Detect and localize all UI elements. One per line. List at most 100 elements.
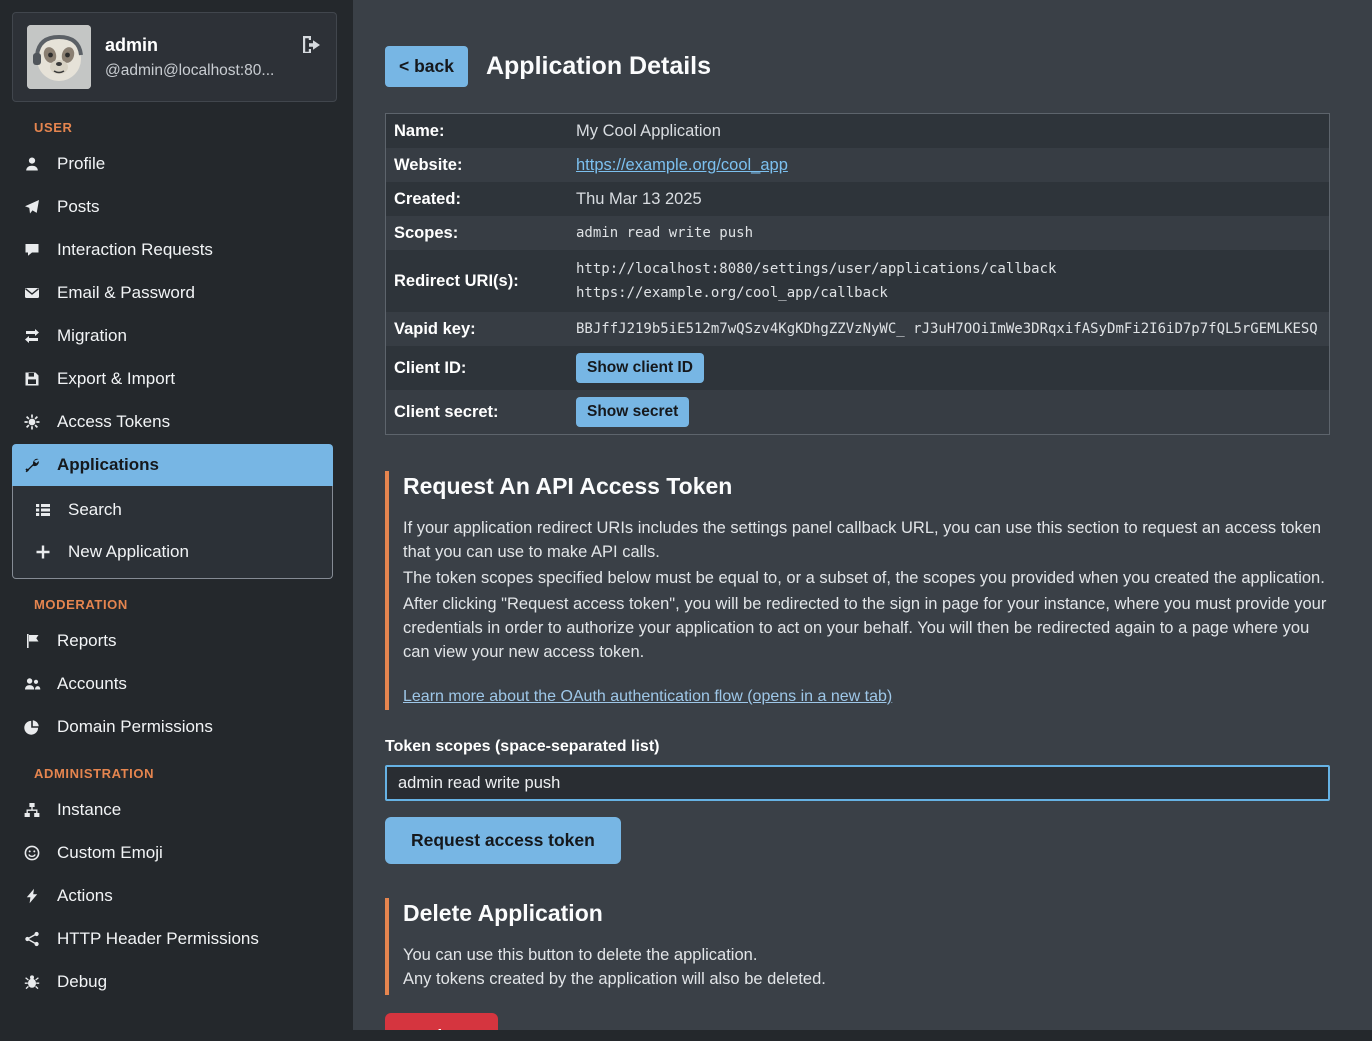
sidebar: admin @admin@localhost:80... USER Profil… bbox=[0, 0, 345, 1041]
sidebar-item-posts[interactable]: Posts bbox=[12, 186, 333, 228]
oauth-docs-link[interactable]: Learn more about the OAuth authenticatio… bbox=[403, 688, 892, 706]
pie-icon bbox=[22, 719, 42, 735]
detail-label: Website: bbox=[386, 156, 576, 175]
sidebar-item-label: Debug bbox=[57, 972, 107, 992]
sidebar-item-custom-emoji[interactable]: Custom Emoji bbox=[12, 832, 333, 874]
sign-out-icon[interactable] bbox=[300, 35, 322, 55]
show-secret-button[interactable]: Show secret bbox=[576, 397, 689, 427]
share-nodes-icon bbox=[22, 931, 42, 947]
sidebar-item-new-application[interactable]: New Application bbox=[13, 531, 332, 573]
detail-label: Client secret: bbox=[386, 403, 576, 422]
detail-row-client-id: Client ID: Show client ID bbox=[386, 346, 1329, 390]
user-icon bbox=[22, 156, 42, 172]
sitemap-icon bbox=[22, 802, 42, 818]
show-client-id-button[interactable]: Show client ID bbox=[576, 353, 704, 383]
sidebar-item-migration[interactable]: Migration bbox=[12, 315, 333, 357]
detail-row-website: Website: https://example.org/cool_app bbox=[386, 148, 1329, 182]
back-button[interactable]: < back bbox=[385, 46, 468, 87]
detail-value-created: Thu Mar 13 2025 bbox=[576, 187, 1329, 212]
plus-icon bbox=[33, 544, 53, 560]
token-icon bbox=[22, 414, 42, 430]
sidebar-item-label: Accounts bbox=[57, 674, 127, 694]
delete-application-section: Delete Application You can use this butt… bbox=[385, 898, 1330, 995]
app-root: admin @admin@localhost:80... USER Profil… bbox=[0, 0, 1372, 1041]
request-token-paragraph-3: After clicking "Request access token", y… bbox=[403, 592, 1330, 664]
sidebar-item-reports[interactable]: Reports bbox=[12, 620, 333, 662]
detail-value-name: My Cool Application bbox=[576, 119, 1329, 144]
user-handle: @admin@localhost:80... bbox=[105, 62, 274, 80]
request-token-paragraph-2: The token scopes specified below must be… bbox=[403, 566, 1330, 590]
website-link[interactable]: https://example.org/cool_app bbox=[576, 156, 788, 174]
detail-label: Created: bbox=[386, 190, 576, 209]
detail-label: Scopes: bbox=[386, 224, 576, 243]
sidebar-item-access-tokens[interactable]: Access Tokens bbox=[12, 401, 333, 443]
envelope-icon bbox=[22, 285, 42, 301]
sidebar-item-label: Access Tokens bbox=[57, 412, 170, 432]
sidebar-item-label: Migration bbox=[57, 326, 127, 346]
detail-label: Name: bbox=[386, 122, 576, 141]
sidebar-item-actions[interactable]: Actions bbox=[12, 875, 333, 917]
sidebar-item-label: Posts bbox=[57, 197, 100, 217]
comment-icon bbox=[22, 242, 42, 258]
user-meta: admin @admin@localhost:80... bbox=[105, 35, 274, 80]
detail-row-redirect-uris: Redirect URI(s): http://localhost:8080/s… bbox=[386, 250, 1329, 312]
detail-row-scopes: Scopes: admin read write push bbox=[386, 216, 1329, 250]
sidebar-item-instance[interactable]: Instance bbox=[12, 789, 333, 831]
exchange-icon bbox=[22, 328, 42, 344]
sidebar-item-export-import[interactable]: Export & Import bbox=[12, 358, 333, 400]
section-label-moderation: MODERATION bbox=[34, 597, 319, 612]
tools-icon bbox=[22, 457, 42, 473]
redirect-uri-1: http://localhost:8080/settings/user/appl… bbox=[576, 257, 1321, 281]
applications-group: Applications Search New Application bbox=[12, 444, 333, 579]
main-panel: < back Application Details Name: My Cool… bbox=[353, 0, 1372, 1030]
sidebar-item-label: Applications bbox=[57, 455, 159, 475]
flag-icon bbox=[22, 633, 42, 649]
sidebar-item-label: New Application bbox=[68, 542, 189, 562]
sidebar-item-http-header-permissions[interactable]: HTTP Header Permissions bbox=[12, 918, 333, 960]
token-scopes-input[interactable] bbox=[385, 765, 1330, 801]
user-name: admin bbox=[105, 35, 274, 56]
request-token-heading: Request An API Access Token bbox=[403, 473, 1330, 500]
detail-row-vapid-key: Vapid key: BBJffJ219b5iE512m7wQSzv4KgKDh… bbox=[386, 312, 1329, 346]
sidebar-item-label: Profile bbox=[57, 154, 105, 174]
delete-application-heading: Delete Application bbox=[403, 900, 1330, 927]
token-scopes-label: Token scopes (space-separated list) bbox=[385, 738, 1330, 756]
users-icon bbox=[22, 676, 42, 692]
detail-label: Redirect URI(s): bbox=[386, 272, 576, 291]
detail-value-vapid: BBJffJ219b5iE512m7wQSzv4KgKDhgZZVzNyWC_ … bbox=[576, 318, 1329, 340]
sidebar-nav: USER Profile Posts Interaction Requests bbox=[0, 120, 345, 1003]
sidebar-item-label: Instance bbox=[57, 800, 121, 820]
detail-row-created: Created: Thu Mar 13 2025 bbox=[386, 182, 1329, 216]
request-token-section: Request An API Access Token If your appl… bbox=[385, 471, 1330, 710]
sidebar-item-label: HTTP Header Permissions bbox=[57, 929, 259, 949]
request-access-token-button[interactable]: Request access token bbox=[385, 817, 621, 864]
sidebar-item-label: Export & Import bbox=[57, 369, 175, 389]
section-label-administration: ADMINISTRATION bbox=[34, 766, 319, 781]
page-header: < back Application Details bbox=[385, 46, 1330, 87]
sidebar-item-profile[interactable]: Profile bbox=[12, 143, 333, 185]
sidebar-item-label: Custom Emoji bbox=[57, 843, 163, 863]
bolt-icon bbox=[22, 888, 42, 904]
sidebar-item-interaction-requests[interactable]: Interaction Requests bbox=[12, 229, 333, 271]
delete-line-1: You can use this button to delete the ap… bbox=[403, 943, 1330, 967]
delete-button[interactable]: Delete bbox=[385, 1013, 498, 1030]
floppy-icon bbox=[22, 371, 42, 387]
sidebar-item-applications[interactable]: Applications bbox=[12, 444, 333, 486]
page-title: Application Details bbox=[486, 52, 711, 81]
user-card[interactable]: admin @admin@localhost:80... bbox=[12, 12, 337, 102]
sidebar-item-label: Search bbox=[68, 500, 122, 520]
sidebar-item-label: Interaction Requests bbox=[57, 240, 213, 260]
sidebar-item-accounts[interactable]: Accounts bbox=[12, 663, 333, 705]
paper-plane-icon bbox=[22, 199, 42, 215]
sidebar-item-applications-search[interactable]: Search bbox=[13, 489, 332, 531]
detail-label: Client ID: bbox=[386, 359, 576, 378]
avatar bbox=[27, 25, 91, 89]
smiley-icon bbox=[22, 845, 42, 861]
redirect-uri-2: https://example.org/cool_app/callback bbox=[576, 281, 1321, 305]
sidebar-item-debug[interactable]: Debug bbox=[12, 961, 333, 1003]
detail-label: Vapid key: bbox=[386, 320, 576, 339]
sidebar-item-email-password[interactable]: Email & Password bbox=[12, 272, 333, 314]
applications-submenu: Search New Application bbox=[12, 486, 333, 579]
sidebar-item-domain-permissions[interactable]: Domain Permissions bbox=[12, 706, 333, 748]
request-token-paragraph-1: If your application redirect URIs includ… bbox=[403, 516, 1330, 564]
